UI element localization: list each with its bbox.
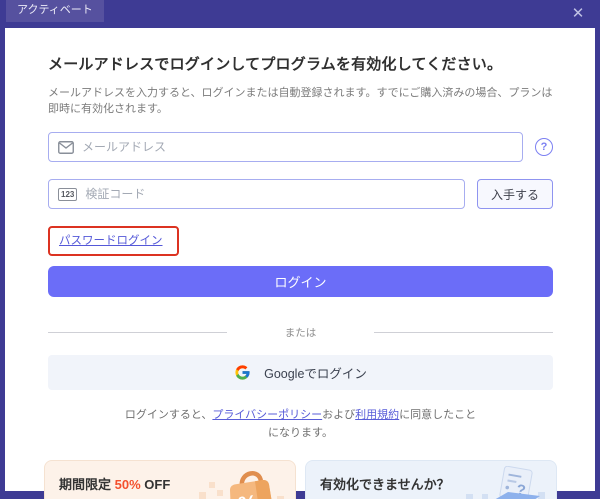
legal-middle: および: [322, 409, 356, 421]
divider-line: [48, 332, 227, 333]
login-button[interactable]: ログイン: [48, 266, 553, 297]
code-row: 123 入手する: [48, 179, 553, 209]
window-title: アクティベート: [6, 0, 104, 22]
google-logo-icon: [234, 364, 251, 381]
password-login-link[interactable]: パスワードログイン: [59, 235, 163, 247]
page-subtitle: メールアドレスを入力すると、ログインまたは自動登録されます。すでにご購入済みの場…: [48, 87, 553, 115]
discount-title-prefix: 期間限定: [59, 477, 115, 493]
close-icon[interactable]: ✕: [569, 5, 587, 23]
divider-line: [374, 332, 553, 333]
mail-icon: [58, 140, 74, 154]
verification-code-field[interactable]: [85, 187, 455, 201]
code-input-wrap: 123: [48, 179, 465, 209]
divider-label: または: [284, 327, 317, 339]
dialog-content: メールアドレスでログインしてプログラムを有効化してください。 メールアドレスを入…: [5, 28, 595, 499]
promo-cards: 期間限定 50% OFF 今すぐ購入→ %: [44, 460, 557, 499]
discount-title: 期間限定 50% OFF: [59, 474, 281, 493]
get-code-button[interactable]: 入手する: [477, 179, 553, 209]
code-123-icon: 123: [58, 187, 78, 201]
privacy-policy-link[interactable]: プライバシーポリシー: [212, 409, 322, 421]
legal-prefix: ログインすると、: [124, 409, 213, 421]
email-input-wrap: [48, 132, 523, 162]
google-login-button[interactable]: Googleでログイン: [48, 355, 553, 390]
discount-promo-card[interactable]: 期間限定 50% OFF 今すぐ購入→ %: [44, 460, 296, 499]
password-login-row: パスワードログイン: [48, 226, 553, 256]
email-field[interactable]: [82, 140, 513, 154]
page-title: メールアドレスでログインしてプログラムを有効化してください。: [48, 56, 503, 73]
discount-percent: 50%: [114, 477, 141, 493]
terms-link[interactable]: 利用規約: [355, 409, 399, 421]
help-promo-card[interactable]: 有効化できませんか？ ヘルプを見る→: [305, 460, 557, 499]
google-login-label: Googleでログイン: [264, 367, 367, 381]
or-divider: または: [48, 325, 553, 340]
email-row: ?: [48, 132, 553, 162]
help-title: 有効化できませんか？: [320, 477, 450, 493]
activation-dialog: アクティベート ✕ メールアドレスでログインしてプログラムを有効化してください。…: [0, 0, 600, 499]
discount-title-suffix: OFF: [140, 477, 171, 493]
legal-text: ログインすると、プライバシーポリシーおよび利用規約に同意したことになります。: [125, 407, 477, 442]
titlebar: アクティベート ✕: [0, 0, 600, 28]
highlight-box: パスワードログイン: [48, 226, 179, 256]
help-icon[interactable]: ?: [535, 138, 553, 156]
